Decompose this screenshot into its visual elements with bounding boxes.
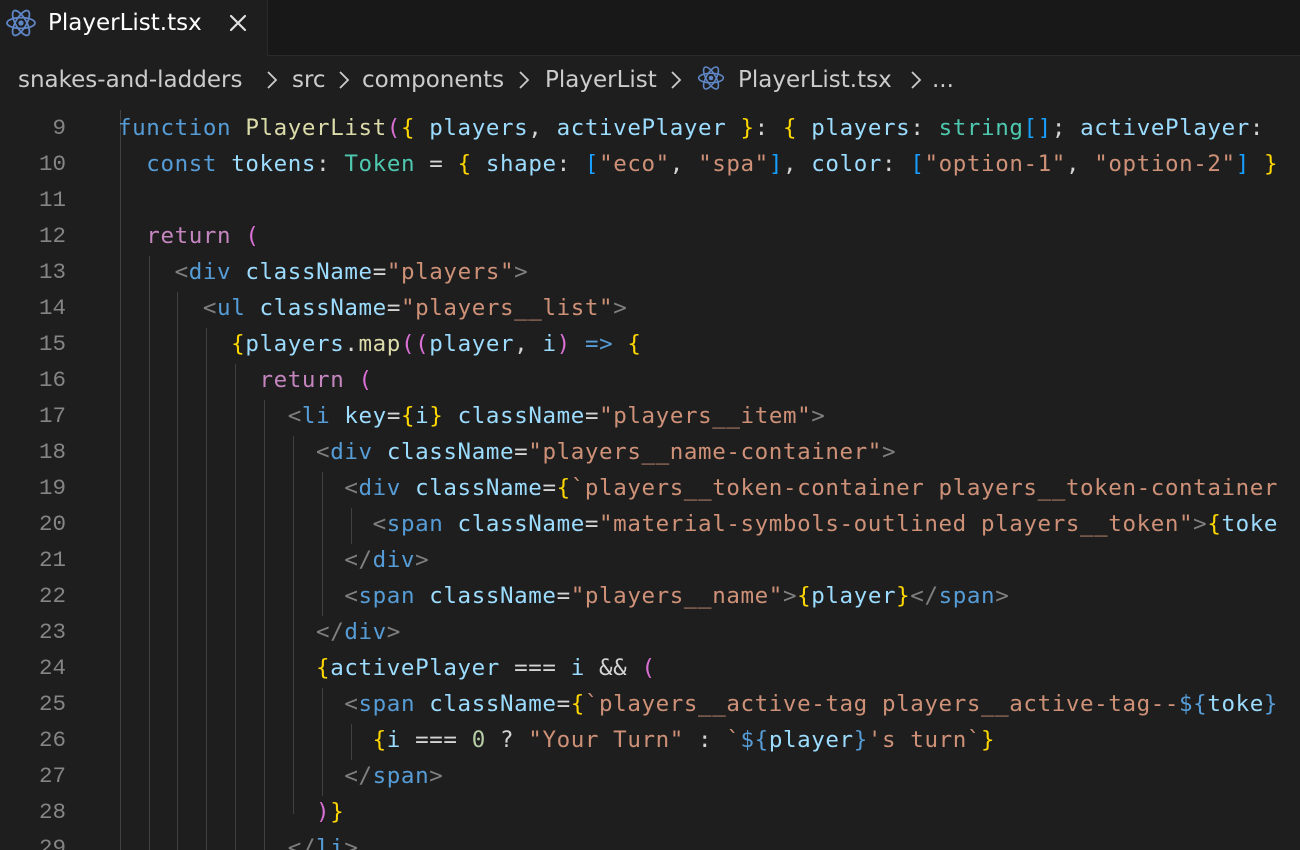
line-number: 26 — [38, 727, 66, 753]
code-text: return ( — [259, 367, 373, 393]
code-line: 28 )} — [0, 794, 1300, 830]
code-line: 10 const tokens: Token = { shape: ["eco"… — [0, 146, 1300, 182]
code-text: const tokens: Token = { shape: ["eco", "… — [146, 151, 1279, 177]
code-line: 21 </div> — [0, 542, 1300, 578]
code-line: 18 <div className="players__name-contain… — [0, 434, 1300, 470]
line-number: 24 — [38, 655, 66, 681]
line-number: 23 — [38, 619, 66, 645]
line-number: 25 — [38, 691, 66, 717]
line-number: 12 — [38, 223, 66, 249]
code-line: 26 {i === 0 ? "Your Turn" : `${player}'s… — [0, 722, 1300, 758]
breadcrumb-item-src[interactable]: src — [292, 65, 326, 95]
line-number: 16 — [38, 367, 66, 393]
line-number: 22 — [38, 583, 66, 609]
line-number: 10 — [38, 151, 66, 177]
code-line: 24 {activePlayer === i && ( — [0, 650, 1300, 686]
code-text: <span className="material-symbols-outlin… — [372, 511, 1279, 537]
breadcrumb: snakes-and-ladders src components Player… — [0, 56, 1300, 102]
code-text: {activePlayer === i && ( — [316, 655, 656, 681]
close-icon[interactable] — [222, 7, 254, 39]
code-text: <div className="players"> — [174, 259, 529, 285]
code-line: 14 <ul className="players__list"> — [0, 290, 1300, 326]
code-line: 22 <span className="players__name">{play… — [0, 578, 1300, 614]
code-text: return ( — [146, 223, 260, 249]
code-editor[interactable]: 9 function PlayerList({ players, activeP… — [0, 110, 1300, 850]
code-text: {i === 0 ? "Your Turn" : `${player}'s tu… — [372, 727, 996, 753]
breadcrumb-item-components[interactable]: components — [362, 65, 504, 95]
code-text: <span className="players__name">{player}… — [344, 583, 1010, 609]
breadcrumb-item-folder[interactable]: PlayerList — [545, 65, 657, 95]
line-number: 15 — [38, 331, 66, 357]
line-number: 28 — [38, 799, 66, 825]
tab-bar: PlayerList.tsx — [0, 0, 1300, 56]
line-number: 18 — [38, 439, 66, 465]
code-text: <div className={`players__token-containe… — [344, 475, 1279, 501]
chevron-right-icon — [334, 68, 354, 92]
code-line: 29 </li> — [0, 830, 1300, 850]
line-number: 11 — [38, 187, 66, 213]
line-number: 21 — [38, 547, 66, 573]
breadcrumb-item-file[interactable]: PlayerList.tsx — [738, 65, 892, 95]
code-text: </span> — [344, 763, 444, 789]
code-text: <span className={`players__active-tag pl… — [344, 691, 1279, 717]
code-text: )} — [316, 799, 345, 825]
code-line: 23 </div> — [0, 614, 1300, 650]
chevron-right-icon — [262, 68, 282, 92]
code-line: 13 <div className="players"> — [0, 254, 1300, 290]
tab-label: PlayerList.tsx — [48, 10, 202, 36]
code-line: 9 function PlayerList({ players, activeP… — [0, 110, 1300, 146]
code-line: 17 <li key={i} className="players__item"… — [0, 398, 1300, 434]
code-line: 19 <div className={`players__token-conta… — [0, 470, 1300, 506]
line-number: 17 — [38, 403, 66, 429]
line-number: 14 — [38, 295, 66, 321]
code-text: <div className="players__name-container"… — [316, 439, 897, 465]
chevron-right-icon — [906, 68, 926, 92]
tab-playerlist[interactable]: PlayerList.tsx — [0, 0, 268, 56]
react-icon — [696, 63, 726, 93]
react-icon — [4, 8, 38, 38]
breadcrumb-item-project[interactable]: snakes-and-ladders — [18, 65, 242, 95]
code-line: 25 <span className={`players__active-tag… — [0, 686, 1300, 722]
line-number: 27 — [38, 763, 66, 789]
line-number: 19 — [38, 475, 66, 501]
code-text: <li key={i} className="players__item"> — [287, 403, 826, 429]
line-number: 20 — [38, 511, 66, 537]
code-text: </li> — [287, 835, 359, 850]
code-line: 16 return ( — [0, 362, 1300, 398]
code-line: 15 {players.map((player, i) => { — [0, 326, 1300, 362]
code-text: <ul className="players__list"> — [202, 295, 628, 321]
code-text: </div> — [344, 547, 430, 573]
code-line: 11 — [0, 182, 1300, 218]
code-line: 20 <span className="material-symbols-out… — [0, 506, 1300, 542]
breadcrumb-item-symbol[interactable]: ... — [932, 65, 954, 95]
code-text: function PlayerList({ players, activePla… — [118, 115, 1265, 141]
line-number: 29 — [38, 835, 66, 850]
chevron-right-icon — [666, 68, 686, 92]
code-text: {players.map((player, i) => { — [231, 331, 642, 357]
line-number: 13 — [38, 259, 66, 285]
code-text: </div> — [316, 619, 401, 645]
code-line: 27 </span> — [0, 758, 1300, 794]
chevron-right-icon — [514, 68, 534, 92]
line-number: 9 — [52, 115, 66, 141]
code-line: 12 return ( — [0, 218, 1300, 254]
